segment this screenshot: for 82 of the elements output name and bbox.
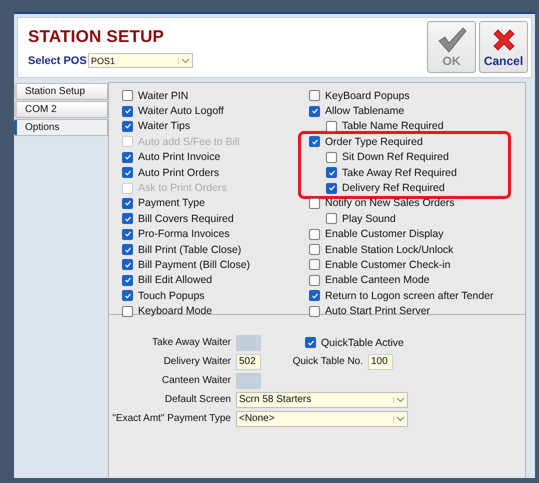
checkbox[interactable] — [122, 259, 133, 270]
checkbox[interactable] — [122, 228, 133, 240]
checkbox[interactable] — [309, 290, 320, 302]
sidebar-tab[interactable]: Options — [14, 119, 108, 136]
checkbox-label: Allow Tablename — [325, 105, 404, 118]
checkbox-label: Waiter Tips — [138, 120, 190, 132]
checkbox[interactable] — [122, 106, 133, 117]
checkbox[interactable] — [122, 120, 133, 132]
checkbox[interactable] — [122, 244, 133, 256]
chevron-down-icon — [178, 58, 190, 64]
checkbox-label: Table Name Required — [342, 120, 444, 132]
chevron-down-icon — [393, 416, 405, 422]
dropdown[interactable]: <None> — [236, 410, 408, 426]
checkbox[interactable] — [326, 182, 337, 194]
checkbox-label: Waiter Auto Logoff — [138, 105, 224, 118]
checkbox-label: Take Away Ref Required — [342, 166, 457, 179]
input-field[interactable]: 502 — [236, 354, 261, 370]
checkbox[interactable] — [326, 213, 337, 224]
field-label: "Exact Amt" Payment Type — [111, 413, 232, 424]
checkbox-label: Touch Popups — [138, 290, 205, 302]
checkbox-label: Auto add S/Fee to Bill — [138, 136, 240, 148]
checkbox[interactable] — [122, 198, 133, 209]
checkbox-label: Enable Customer Check-in — [325, 258, 450, 271]
checkbox-label: Sit Down Ref Required — [342, 151, 449, 164]
checkbox-label: Ask to Print Orders — [138, 182, 227, 194]
checkbox[interactable] — [309, 306, 320, 317]
input-field[interactable]: 100 — [368, 354, 393, 370]
checkbox-label: Enable Customer Display — [325, 228, 444, 240]
checkbox-label: Delivery Ref Required — [342, 182, 445, 194]
checkbox[interactable] — [309, 106, 320, 117]
chevron-down-icon — [393, 396, 405, 402]
checkbox-label: Bill Edit Allowed — [138, 274, 212, 286]
checkbox-label: KeyBoard Popups — [325, 90, 410, 102]
checkbox-label: Bill Payment (Bill Close) — [138, 258, 250, 271]
checkbox-label: Keyboard Mode — [138, 305, 212, 318]
checkbox[interactable] — [309, 228, 320, 240]
checkbox-label: Return to Logon screen after Tender — [325, 290, 494, 302]
checkbox-label: Auto Start Print Server — [325, 305, 430, 318]
window-title: STATION SETUP — [28, 27, 166, 47]
checkbox-label: QuickTable Active — [321, 336, 404, 348]
field-label: Take Away Waiter — [151, 337, 232, 348]
checkbox[interactable] — [309, 244, 320, 256]
field-label: Canteen Waiter — [160, 375, 232, 386]
checkmark-icon — [436, 26, 466, 52]
field-label: Delivery Waiter — [162, 356, 232, 367]
checkbox[interactable] — [122, 167, 133, 178]
checkbox[interactable] — [326, 152, 337, 163]
checkbox[interactable] — [122, 90, 133, 102]
checkbox[interactable] — [309, 274, 320, 286]
checkbox[interactable] — [122, 290, 133, 302]
pos-dropdown[interactable]: POS1 — [88, 53, 193, 68]
checkbox-label: Order Type Required — [325, 136, 423, 148]
dropdown[interactable]: Scrn 58 Starters — [236, 392, 408, 408]
checkbox[interactable] — [122, 306, 133, 317]
checkbox-label: Auto Print Invoice — [138, 151, 220, 164]
checkbox[interactable] — [122, 152, 133, 163]
select-pos-label: Select POS — [28, 54, 88, 66]
checkbox[interactable] — [309, 198, 320, 209]
field-label: Quick Table No. — [292, 356, 364, 367]
checkbox-label: Payment Type — [138, 197, 205, 210]
checkbox[interactable] — [305, 337, 316, 348]
checkbox-label: Enable Canteen Mode — [325, 274, 430, 286]
checkbox[interactable] — [122, 213, 133, 224]
checkbox-label: Pro-Forma Invoices — [138, 228, 230, 240]
checkbox-label: Waiter PIN — [138, 90, 188, 102]
sidebar-tab[interactable]: COM 2 — [14, 101, 108, 118]
checkbox-label: Notify on New Sales Orders — [325, 197, 455, 210]
checkbox-label: Bill Print (Table Close) — [138, 244, 242, 256]
field-label: Default Screen — [164, 394, 232, 405]
checkbox[interactable] — [326, 167, 337, 178]
checkbox-label: Play Sound — [342, 212, 396, 225]
checkbox-label: Bill Covers Required — [138, 212, 234, 225]
close-icon — [490, 26, 516, 52]
checkbox[interactable] — [122, 274, 133, 286]
sidebar-tab[interactable]: Station Setup — [14, 83, 108, 100]
checkbox[interactable] — [309, 136, 320, 148]
checkbox[interactable] — [309, 90, 320, 102]
checkbox[interactable] — [309, 259, 320, 270]
checkbox[interactable] — [326, 120, 337, 132]
checkbox-label: Auto Print Orders — [138, 166, 220, 179]
checkbox-label: Enable Station Lock/Unlock — [325, 244, 454, 256]
cancel-button[interactable]: Cancel — [479, 21, 528, 73]
